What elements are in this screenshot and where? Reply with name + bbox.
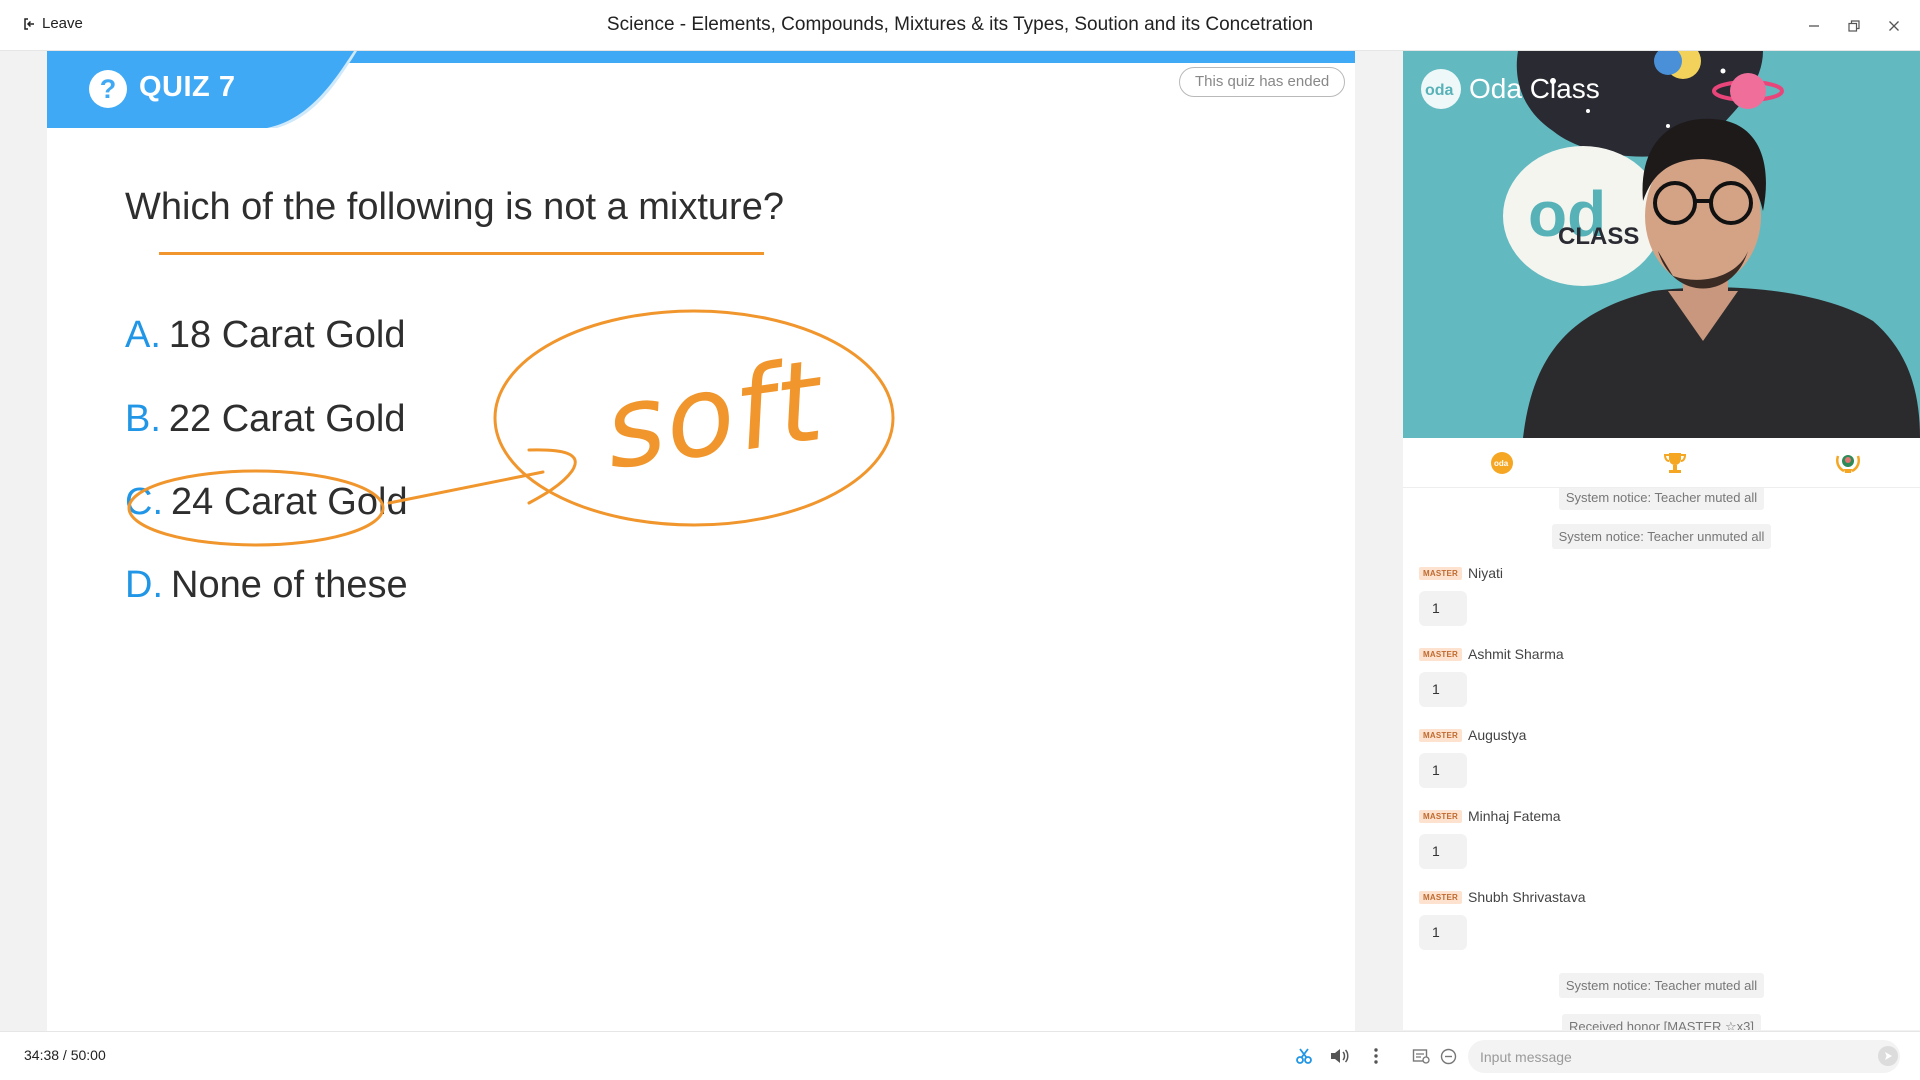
tools-button[interactable]	[1292, 1044, 1316, 1068]
message-bubble: 1	[1419, 591, 1467, 626]
scissors-icon	[1296, 1048, 1312, 1064]
class-timer: 34:38 / 50:00	[24, 1047, 106, 1063]
chat-message: MASTER Augustya 1	[1419, 727, 1526, 788]
close-button[interactable]	[1882, 14, 1906, 38]
video-brand-text: Oda Class	[1469, 73, 1600, 104]
option-letter: B.	[125, 398, 161, 440]
svg-text:oda: oda	[1425, 82, 1454, 99]
laurel-badge-icon	[1836, 455, 1860, 473]
master-badge: MASTER	[1419, 647, 1462, 661]
system-notice: System notice: Teacher unmuted all	[1403, 524, 1920, 549]
tab-leaderboard[interactable]	[1660, 448, 1690, 478]
restore-button[interactable]	[1842, 14, 1866, 38]
annotation-text: soft	[597, 336, 833, 495]
tab-honor[interactable]	[1833, 448, 1863, 478]
chat-message: MASTER Ashmit Sharma 1	[1419, 646, 1564, 707]
emoji-icon	[1440, 1048, 1456, 1064]
chat-message: MASTER Minhaj Fatema 1	[1419, 808, 1561, 869]
option-c: C. 24 Carat Gold	[125, 481, 408, 524]
total-time: 50:00	[70, 1047, 106, 1063]
minimize-icon	[1809, 25, 1819, 27]
option-b: B. 22 Carat Gold	[125, 398, 405, 441]
window-title: Science - Elements, Compounds, Mixtures …	[606, 14, 1314, 35]
sender-name: Niyati	[1467, 565, 1503, 581]
chat-panel[interactable]: System notice: Teacher muted all System …	[1403, 488, 1920, 1030]
system-notice: Received honor [MASTER ☆x3]	[1403, 1014, 1920, 1030]
quiz-label: QUIZ 7	[139, 71, 236, 103]
volume-button[interactable]	[1327, 1044, 1351, 1068]
question-mark-icon: ?	[89, 70, 127, 108]
sender-name: Augustya	[1467, 727, 1527, 743]
arrow-line	[387, 470, 545, 505]
bottom-bar: 34:38 / 50:00	[0, 1031, 1920, 1080]
send-icon	[1885, 1052, 1892, 1060]
speaker-icon	[1331, 1049, 1349, 1063]
emoji-button[interactable]	[1436, 1044, 1460, 1068]
message-bubble: 1	[1419, 753, 1467, 788]
message-bubble: 1	[1419, 672, 1467, 707]
restore-icon	[1848, 20, 1860, 32]
backdrop-logo-bottom: CLASS	[1558, 223, 1639, 250]
arrow-head	[527, 448, 577, 505]
chat-input[interactable]	[1468, 1040, 1900, 1073]
more-options-button[interactable]	[1364, 1044, 1388, 1068]
send-button[interactable]	[1878, 1046, 1898, 1066]
system-notice: System notice: Teacher muted all	[1403, 973, 1920, 998]
question-underline	[159, 252, 764, 255]
sender-name: Ashmit Sharma	[1467, 646, 1564, 662]
option-text: 24 Carat Gold	[171, 481, 408, 523]
quiz-status-badge: This quiz has ended	[1179, 67, 1346, 97]
minimize-button[interactable]	[1802, 14, 1826, 38]
sender-name: Shubh Shrivastava	[1467, 889, 1586, 905]
option-text: 22 Carat Gold	[168, 398, 406, 440]
question-text: Which of the following is not a mixture?	[125, 186, 784, 228]
chat-message: MASTER Shubh Shrivastava 1	[1419, 889, 1586, 950]
option-letter: A.	[125, 314, 161, 356]
annotation-ellipse	[493, 309, 895, 527]
chat-settings-icon	[1412, 1049, 1430, 1064]
chat-message: MASTER Niyati 1	[1419, 565, 1503, 626]
more-vertical-icon	[1374, 1048, 1378, 1064]
message-bubble: 1	[1419, 915, 1467, 950]
master-badge: MASTER	[1419, 728, 1462, 742]
quiz-slide: ? QUIZ 7 This quiz has ended Which of th…	[47, 51, 1355, 1031]
option-letter: D.	[125, 564, 163, 606]
master-badge: MASTER	[1419, 890, 1462, 904]
option-text: None of these	[171, 564, 408, 606]
elapsed-time: 34:38	[24, 1047, 60, 1063]
option-text: 18 Carat Gold	[168, 314, 406, 356]
teacher-video: oda Oda Class od CLASS	[1403, 51, 1920, 438]
master-badge: MASTER	[1419, 809, 1462, 823]
close-icon	[1889, 21, 1899, 31]
message-bubble: 1	[1419, 834, 1467, 869]
chat-settings-button[interactable]	[1409, 1044, 1433, 1068]
master-badge: MASTER	[1419, 566, 1462, 580]
tab-chat[interactable]: oda	[1487, 448, 1517, 478]
video-frame: oda Oda Class od CLASS	[1403, 51, 1920, 438]
oda-logo-icon: oda	[1491, 452, 1513, 474]
system-notice: System notice: Teacher muted all	[1403, 488, 1920, 510]
title-bar: Leave Science - Elements, Compounds, Mix…	[0, 0, 1920, 51]
chat-tab-bar: oda	[1403, 438, 1920, 488]
option-d: D. None of these	[125, 564, 408, 607]
svg-text:oda: oda	[1494, 459, 1509, 468]
option-letter: C.	[125, 481, 163, 523]
trophy-icon	[1663, 453, 1687, 473]
sender-name: Minhaj Fatema	[1467, 808, 1561, 824]
option-a: A. 18 Carat Gold	[125, 314, 405, 357]
